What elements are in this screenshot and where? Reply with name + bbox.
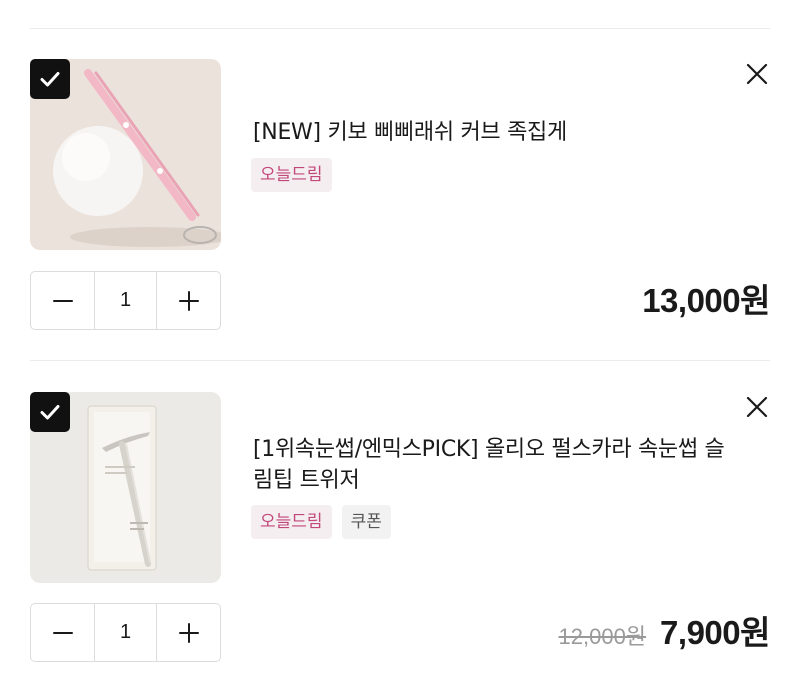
quantity-stepper: 1	[30, 603, 221, 662]
plus-icon	[178, 622, 199, 643]
price-area: 12,000원 7,900원	[558, 606, 771, 654]
quantity-stepper: 1	[30, 271, 221, 330]
badge-list: 오늘드림	[251, 158, 332, 192]
product-title[interactable]: [NEW] 키보 삐삐래쉬 커브 족집게	[253, 117, 743, 148]
minus-icon	[52, 299, 73, 302]
item-checkbox[interactable]	[30, 392, 70, 432]
remove-item-button[interactable]	[744, 61, 770, 87]
decrease-quantity-button[interactable]	[31, 604, 94, 661]
badge-list: 오늘드림 쿠폰	[251, 505, 391, 539]
increase-quantity-button[interactable]	[157, 604, 220, 661]
quantity-value[interactable]: 1	[94, 604, 157, 661]
decrease-quantity-button[interactable]	[31, 272, 94, 329]
coupon-badge: 쿠폰	[341, 505, 391, 539]
price-area: 13,000원	[642, 274, 770, 322]
remove-item-button[interactable]	[744, 394, 770, 420]
close-icon	[746, 63, 768, 85]
item-checkbox[interactable]	[30, 59, 70, 99]
increase-quantity-button[interactable]	[157, 272, 220, 329]
cart-item: [1위속눈썹/엔믹스PICK] 올리오 펄스카라 속눈썹 슬림팁 트위저 오늘드…	[0, 392, 800, 664]
item-price: 7,900원	[660, 614, 770, 651]
cart-item: [NEW] 키보 삐삐래쉬 커브 족집게 오늘드림 1 13,000원	[0, 59, 800, 331]
quantity-value[interactable]: 1	[94, 272, 157, 329]
item-price: 13,000원	[642, 282, 770, 319]
item-divider	[30, 360, 770, 361]
check-icon	[40, 72, 60, 87]
check-icon	[40, 405, 60, 420]
minus-icon	[52, 631, 73, 634]
today-delivery-badge: 오늘드림	[251, 158, 332, 192]
plus-icon	[178, 290, 199, 311]
product-title[interactable]: [1위속눈썹/엔믹스PICK] 올리오 펄스카라 속눈썹 슬림팁 트위저	[253, 434, 733, 496]
today-delivery-badge: 오늘드림	[251, 505, 332, 539]
top-divider	[30, 28, 770, 29]
close-icon	[746, 396, 768, 418]
original-price: 12,000원	[558, 624, 647, 649]
